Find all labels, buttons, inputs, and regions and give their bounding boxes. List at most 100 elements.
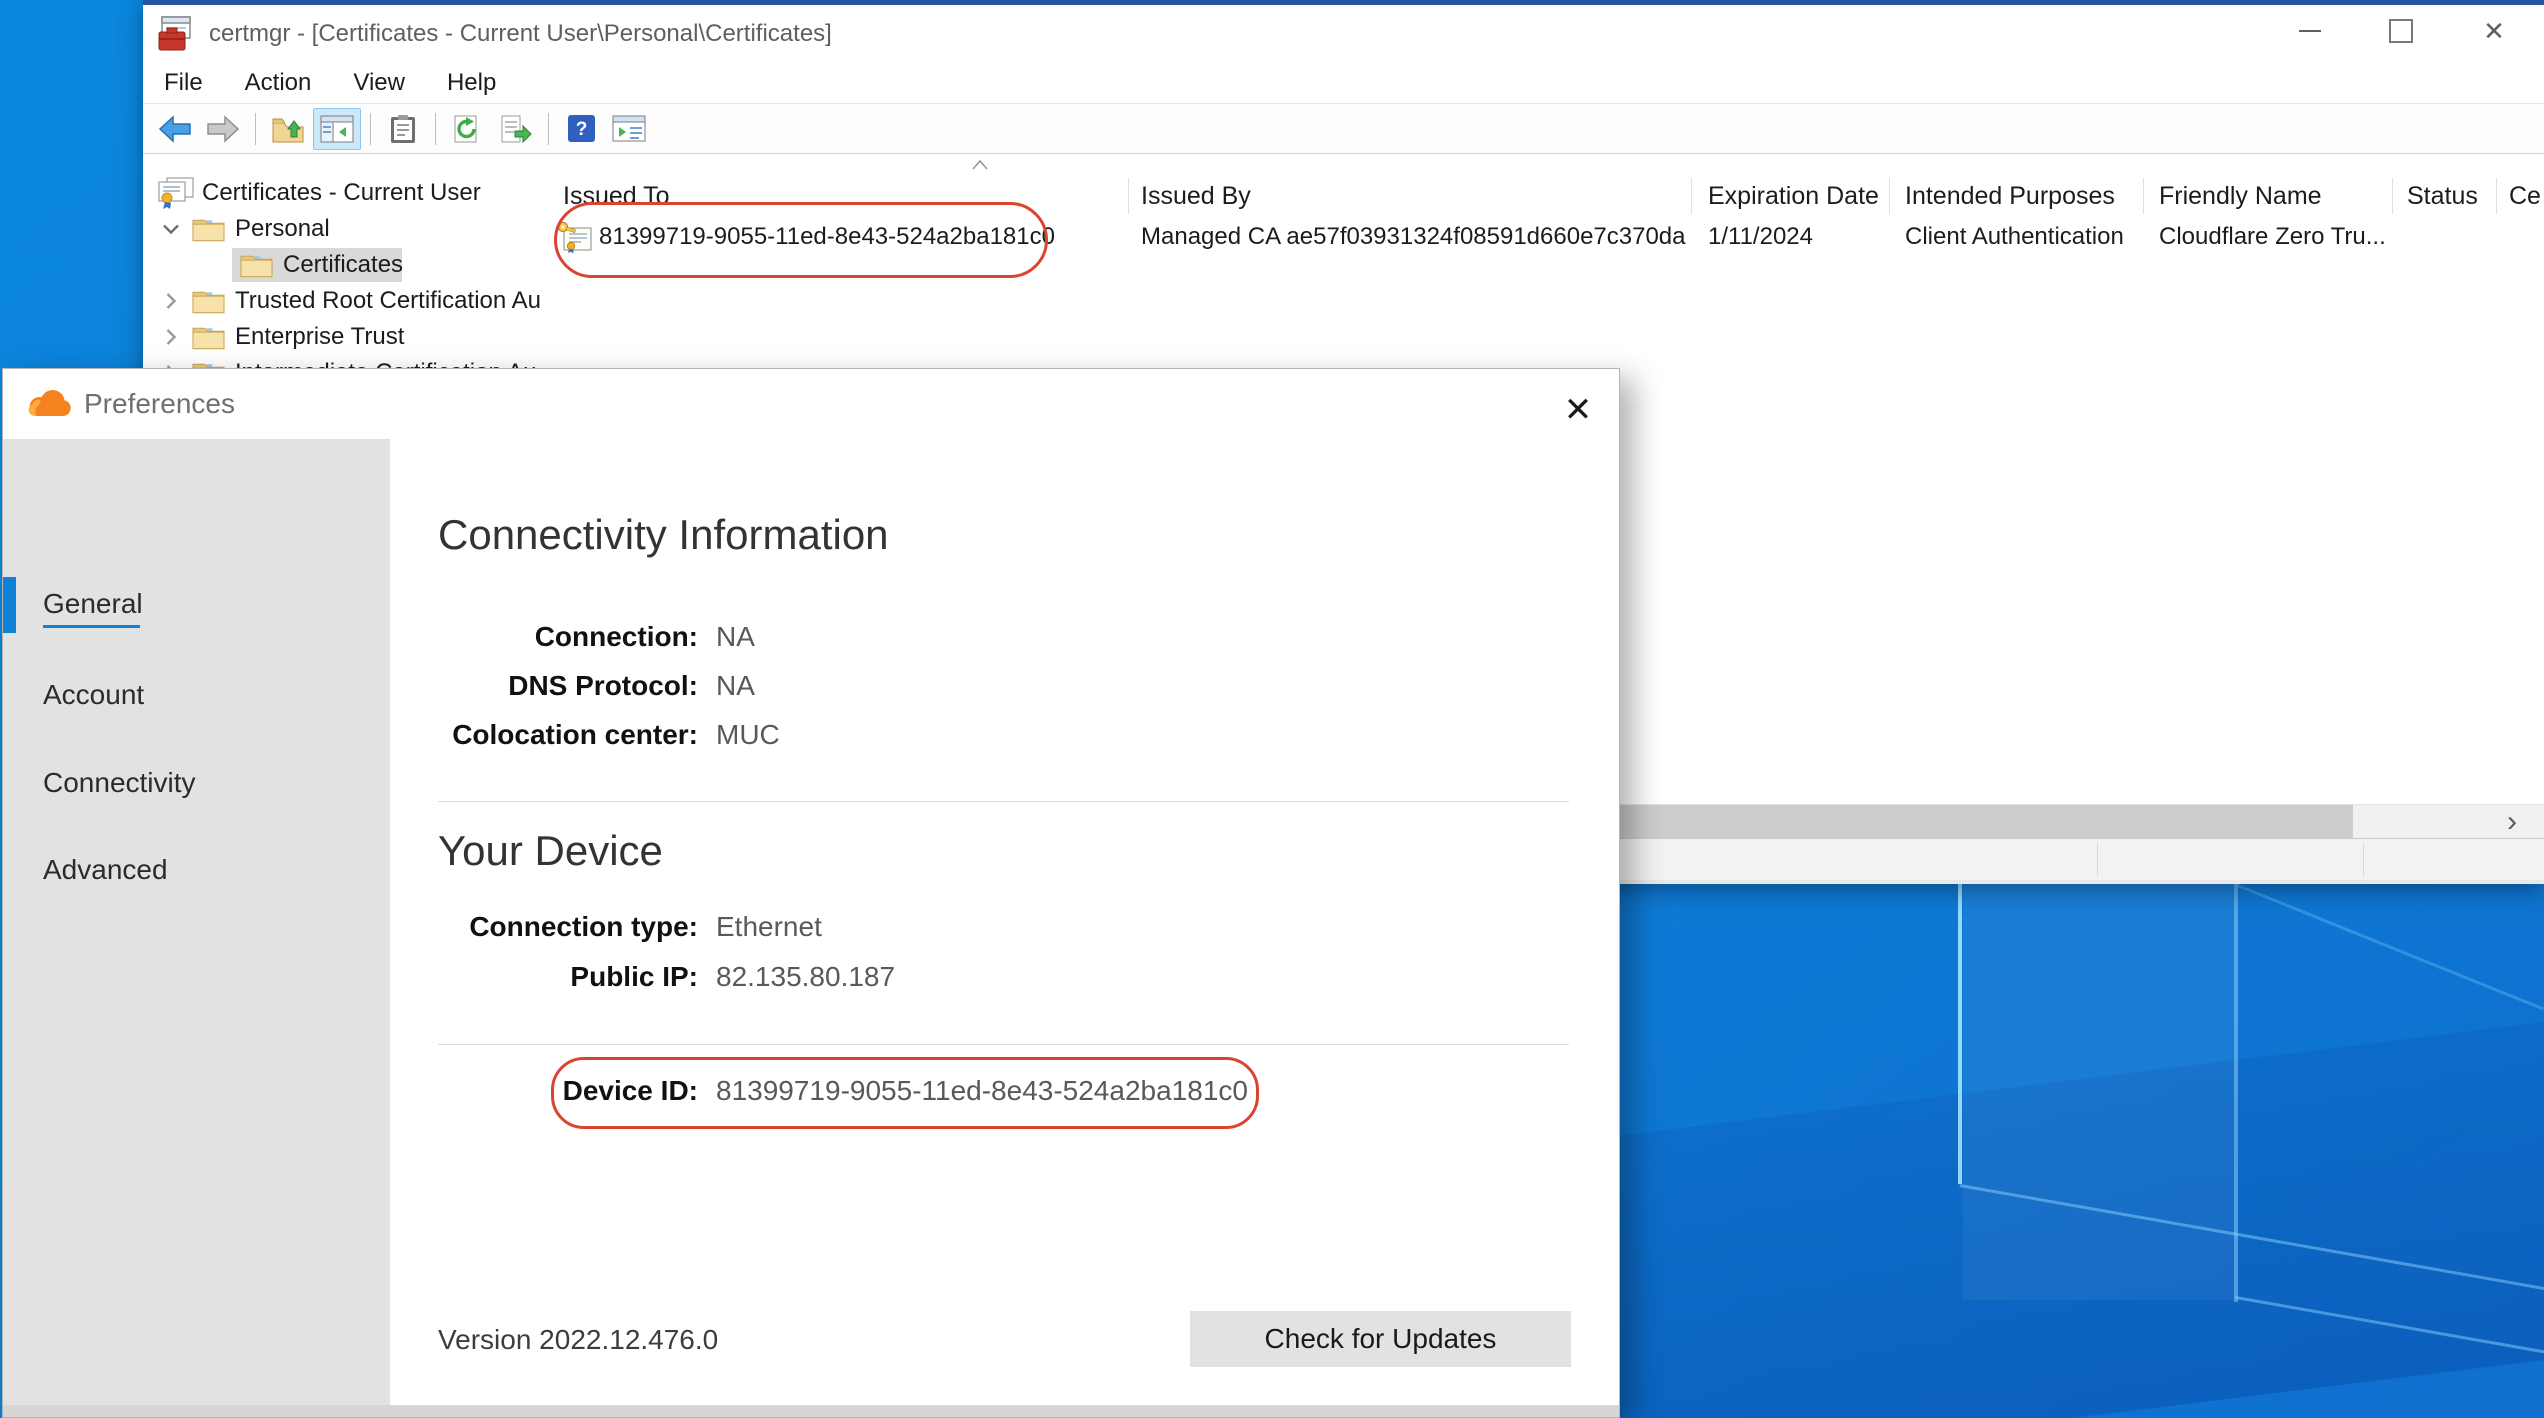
show-console-tree-button[interactable] bbox=[313, 108, 361, 150]
toolbar-separator bbox=[255, 113, 256, 145]
tree-item-certificates-current-user[interactable]: Certificates - Current User bbox=[156, 175, 481, 211]
minimize-button[interactable] bbox=[2280, 7, 2340, 55]
tree-item-personal[interactable]: Personal bbox=[158, 211, 330, 247]
cert-row-status[interactable] bbox=[2407, 218, 2493, 256]
column-separator[interactable] bbox=[2143, 178, 2144, 214]
tree-item-label: Enterprise Trust bbox=[235, 323, 404, 351]
forward-icon bbox=[206, 115, 240, 143]
paste-button[interactable] bbox=[380, 109, 426, 149]
version-text: Version 2022.12.476.0 bbox=[438, 1324, 718, 1356]
column-separator[interactable] bbox=[2392, 178, 2393, 214]
wallpaper-ray-vertical-2 bbox=[2234, 884, 2238, 1302]
back-button[interactable] bbox=[152, 109, 198, 149]
active-nav-underline bbox=[43, 625, 140, 628]
colocation-center-label: Colocation center: bbox=[298, 719, 698, 751]
column-separator[interactable] bbox=[1128, 178, 1129, 214]
tree-item-label: Certificates bbox=[283, 251, 403, 279]
dns-protocol-label: DNS Protocol: bbox=[298, 670, 698, 702]
cert-row-intended-purposes[interactable]: Client Authentication bbox=[1905, 218, 2139, 256]
column-header-status[interactable]: Status bbox=[2407, 176, 2493, 216]
column-separator[interactable] bbox=[2496, 178, 2497, 214]
column-separator[interactable] bbox=[1889, 178, 1890, 214]
tree-item-enterprise-trust[interactable]: Enterprise Trust bbox=[158, 319, 404, 355]
export-list-button[interactable] bbox=[493, 109, 539, 149]
folder-icon bbox=[240, 252, 273, 278]
menu-help[interactable]: Help bbox=[426, 62, 517, 103]
status-separator bbox=[2363, 843, 2364, 876]
certmgr-titlebar: certmgr - [Certificates - Current User\P… bbox=[143, 5, 2544, 62]
toolbar-separator bbox=[370, 113, 371, 145]
help-button[interactable]: ? bbox=[558, 109, 604, 149]
nav-connectivity[interactable]: Connectivity bbox=[3, 754, 390, 812]
wallpaper-glass-shard bbox=[1963, 880, 2238, 1300]
cloudflare-logo-icon bbox=[26, 389, 72, 419]
new-window-icon bbox=[612, 115, 646, 142]
connection-label: Connection: bbox=[298, 621, 698, 653]
menu-view[interactable]: View bbox=[332, 62, 426, 103]
close-icon: ✕ bbox=[1564, 390, 1593, 430]
chevron-down-icon[interactable] bbox=[158, 223, 184, 235]
back-icon bbox=[158, 115, 192, 143]
cert-row-expiration-date[interactable]: 1/11/2024 bbox=[1708, 218, 1886, 256]
tree-item-trusted-root[interactable]: Trusted Root Certification Au bbox=[158, 283, 541, 319]
connection-type-label: Connection type: bbox=[298, 911, 698, 943]
close-icon: ✕ bbox=[2483, 18, 2505, 44]
close-button[interactable]: ✕ bbox=[2464, 7, 2524, 55]
screen: certmgr - [Certificates - Current User\P… bbox=[0, 0, 2544, 1418]
section-heading-connectivity-information: Connectivity Information bbox=[438, 511, 889, 559]
certmgr-app-icon bbox=[157, 15, 195, 53]
column-separator[interactable] bbox=[1691, 178, 1692, 214]
clipboard-icon bbox=[390, 114, 416, 144]
forward-button[interactable] bbox=[200, 109, 246, 149]
dns-protocol-value: NA bbox=[716, 670, 755, 702]
help-icon: ? bbox=[568, 115, 595, 142]
preferences-close-button[interactable]: ✕ bbox=[1548, 387, 1608, 433]
nav-advanced[interactable]: Advanced bbox=[3, 841, 390, 899]
toolbar: ? bbox=[143, 104, 2544, 154]
export-list-icon bbox=[500, 114, 532, 144]
scrollbar-right-arrow[interactable]: › bbox=[2488, 805, 2536, 838]
tree-item-certificates[interactable]: Certificates bbox=[240, 247, 403, 283]
menu-file[interactable]: File bbox=[143, 62, 224, 103]
column-header-certificate[interactable]: Ce bbox=[2509, 176, 2544, 216]
check-for-updates-button[interactable]: Check for Updates bbox=[1190, 1311, 1571, 1367]
connection-type-value: Ethernet bbox=[716, 911, 822, 943]
new-window-button[interactable] bbox=[606, 109, 652, 149]
section-divider bbox=[438, 1044, 1569, 1045]
chevron-right-icon[interactable] bbox=[158, 328, 184, 346]
minimize-icon bbox=[2299, 30, 2321, 32]
maximize-button[interactable] bbox=[2371, 7, 2431, 55]
cert-row-issued-by[interactable]: Managed CA ae57f03931324f08591d660e7c370… bbox=[1141, 218, 1686, 256]
up-folder-icon bbox=[271, 114, 305, 144]
wallpaper-ray-vertical-1 bbox=[1958, 884, 1962, 1184]
certificates-store-icon bbox=[156, 176, 196, 210]
cert-row-friendly-name[interactable]: Cloudflare Zero Tru... bbox=[2159, 218, 2389, 256]
folder-icon bbox=[192, 324, 225, 350]
column-header-intended-purposes[interactable]: Intended Purposes bbox=[1905, 176, 2139, 216]
folder-icon bbox=[192, 288, 225, 314]
menu-bar: File Action View Help bbox=[143, 62, 2544, 104]
chevron-right-icon[interactable] bbox=[158, 292, 184, 310]
up-one-level-button[interactable] bbox=[265, 109, 311, 149]
status-separator bbox=[2097, 843, 2098, 876]
console-tree-icon bbox=[320, 115, 354, 143]
tree-item-label: Personal bbox=[235, 215, 330, 243]
menu-action[interactable]: Action bbox=[224, 62, 333, 103]
column-header-friendly-name[interactable]: Friendly Name bbox=[2159, 176, 2389, 216]
column-header-issued-to[interactable]: Issued To bbox=[563, 176, 1123, 216]
svg-text:?: ? bbox=[575, 119, 587, 140]
column-header-expiration-date[interactable]: Expiration Date bbox=[1708, 176, 1886, 216]
preferences-title: Preferences bbox=[84, 388, 235, 420]
refresh-icon bbox=[453, 114, 483, 144]
section-heading-your-device: Your Device bbox=[438, 801, 663, 875]
preferences-dialog: Preferences ✕ General Account Connectivi… bbox=[2, 368, 1620, 1418]
maximize-icon bbox=[2389, 19, 2413, 43]
preferences-titlebar: Preferences bbox=[3, 369, 1619, 439]
folder-icon bbox=[192, 216, 225, 242]
certificate-with-key-icon bbox=[557, 221, 593, 254]
connection-value: NA bbox=[716, 621, 755, 653]
column-header-issued-by[interactable]: Issued By bbox=[1141, 176, 1686, 216]
cert-row-issued-to[interactable]: 81399719-9055-11ed-8e43-524a2ba181c0 bbox=[557, 218, 1123, 256]
refresh-button[interactable] bbox=[445, 109, 491, 149]
public-ip-label: Public IP: bbox=[298, 961, 698, 993]
